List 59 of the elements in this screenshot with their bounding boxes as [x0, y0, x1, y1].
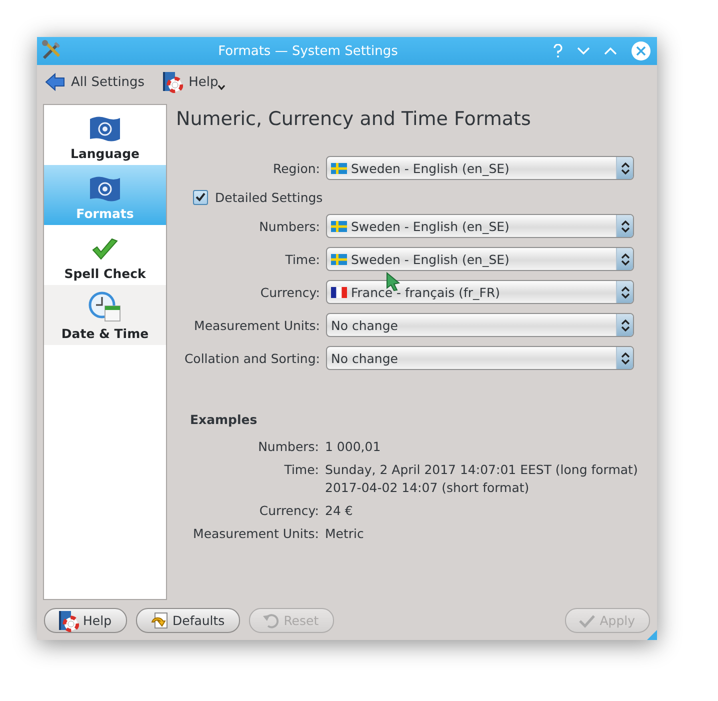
page-heading: Numeric, Currency and Time Formats — [176, 108, 532, 130]
window-title: Formats — System Settings — [217, 44, 399, 58]
dropdown[interactable]: France - français (fr_FR) — [326, 280, 634, 304]
example-value: Sunday, 2 April 2017 14:07:01 EEST (long format) — [325, 462, 639, 477]
chevron-updown-icon — [620, 352, 630, 364]
help-icon[interactable] — [553, 44, 563, 58]
example-label: Currency: — [258, 503, 319, 518]
dropdown[interactable]: Sweden - English (en_SE) — [326, 156, 634, 180]
all-settings-button[interactable]: All Settings — [45, 73, 145, 91]
example-value: Metric — [325, 526, 365, 541]
caret-icon — [218, 84, 226, 90]
back-icon — [45, 73, 65, 91]
dropdown[interactable]: No change — [326, 346, 634, 370]
chevron-updown-icon — [620, 162, 630, 174]
chevron-updown-icon — [620, 252, 630, 266]
form-label: Collation and Sorting: — [183, 350, 320, 366]
flag-icon — [88, 175, 122, 203]
resize-grip-icon[interactable] — [647, 630, 657, 640]
minimize-icon[interactable] — [577, 47, 590, 55]
flag-icon — [331, 254, 347, 264]
clock-calendar-icon — [88, 291, 122, 323]
checkbox[interactable] — [193, 190, 208, 204]
form-label: Region: — [272, 160, 320, 176]
form-label: Numbers: — [258, 218, 320, 234]
flag-icon — [331, 220, 347, 232]
form-label: Currency: — [259, 284, 320, 300]
example-label: Numbers: — [257, 439, 319, 454]
example-label: Measurement Units: — [192, 526, 319, 541]
sidebar-item[interactable]: Language — [44, 105, 166, 165]
close-icon[interactable] — [631, 41, 651, 61]
tools-icon — [41, 38, 63, 60]
chevron-updown-icon — [620, 318, 630, 332]
dropdown[interactable]: Sweden - English (en_SE) — [326, 247, 634, 271]
flag-icon — [88, 115, 122, 143]
check-icon — [578, 612, 596, 628]
section-heading: Examples — [190, 412, 258, 427]
form-label: Measurement Units: — [193, 318, 320, 332]
flag-icon — [331, 162, 347, 174]
dropdown[interactable]: Sweden - English (en_SE) — [326, 214, 634, 238]
undo-arrow-icon — [148, 612, 168, 630]
flag-icon — [331, 286, 347, 298]
help-button[interactable]: Help — [44, 608, 126, 633]
sidebar-item[interactable]: Spell Check — [44, 225, 166, 285]
form-label: Time: — [284, 252, 320, 266]
help-menu-button[interactable]: Help — [160, 71, 226, 93]
chevron-updown-icon — [620, 286, 630, 298]
lifebuoy-icon — [160, 71, 183, 93]
example-value: 1 000,01 — [325, 439, 382, 454]
checkbox-label[interactable]: Detailed Settings — [215, 190, 323, 204]
lifebuoy-icon — [57, 610, 79, 632]
undo-icon — [262, 612, 280, 628]
chevron-updown-icon — [620, 220, 630, 232]
example-label: Time: — [283, 462, 319, 479]
defaults-button[interactable]: Defaults — [136, 608, 240, 633]
dropdown[interactable]: No change — [326, 313, 634, 337]
sidebar-item[interactable]: Date & Time — [44, 285, 166, 345]
example-value: 2017-04-02 14:07 (short format) — [325, 480, 530, 495]
maximize-icon[interactable] — [604, 47, 617, 55]
example-value: 24 € — [325, 503, 354, 518]
